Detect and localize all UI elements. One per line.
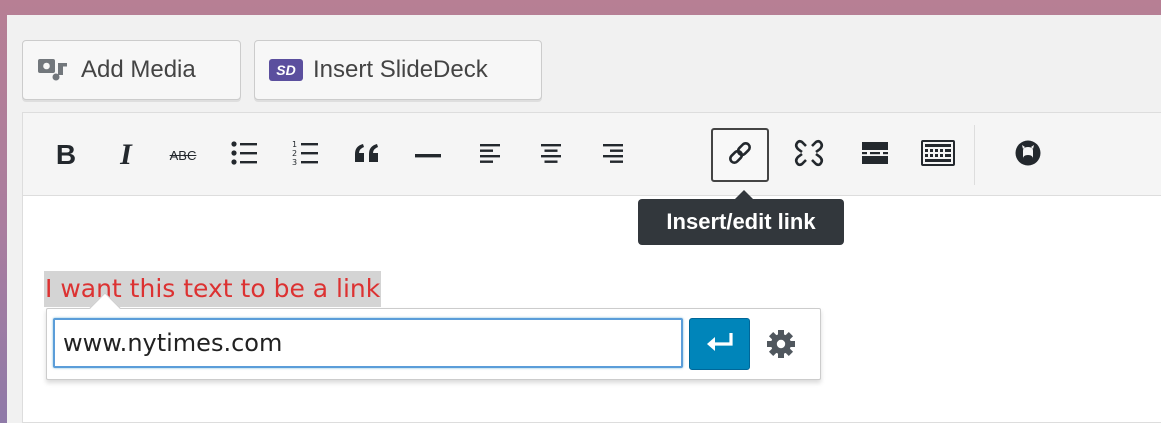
align-right-icon (601, 141, 625, 170)
blockquote-icon (353, 142, 381, 169)
remove-link-button[interactable] (780, 128, 838, 182)
insert-slidedeck-label: Insert SlideDeck (313, 56, 488, 83)
bold-icon: B (55, 139, 77, 170)
github-button[interactable] (999, 128, 1057, 182)
blockquote-button[interactable] (338, 128, 396, 182)
unlink-icon (794, 138, 824, 173)
url-input[interactable] (53, 318, 683, 368)
slidedeck-logo-text: SD (276, 62, 295, 78)
visual-editor[interactable]: B I ABC 1 2 3 Insert/edit link I want th… (22, 112, 1161, 423)
align-left-icon (478, 141, 502, 170)
toolbar-divider (974, 125, 975, 185)
align-right-button[interactable] (584, 128, 642, 182)
italic-button[interactable]: I (97, 128, 155, 182)
align-left-button[interactable] (461, 128, 519, 182)
align-center-icon (539, 141, 563, 170)
media-icon (37, 57, 71, 83)
read-more-button[interactable] (846, 128, 904, 182)
svg-text:3: 3 (292, 158, 297, 167)
numbered-list-icon: 1 2 3 (291, 139, 319, 172)
svg-text:2: 2 (292, 149, 297, 158)
gear-icon (765, 328, 797, 365)
bold-button[interactable]: B (37, 128, 95, 182)
github-icon (1014, 139, 1042, 172)
align-center-button[interactable] (522, 128, 580, 182)
read-more-icon (861, 141, 889, 170)
insert-slidedeck-button[interactable]: SD Insert SlideDeck (254, 40, 542, 100)
tooltip-text: Insert/edit link (666, 209, 816, 234)
horizontal-line-button[interactable] (399, 128, 457, 182)
add-media-button[interactable]: Add Media (22, 40, 241, 100)
numbered-list-button[interactable]: 1 2 3 (276, 128, 334, 182)
insert-link-button[interactable] (711, 128, 769, 182)
italic-icon: I (120, 138, 132, 171)
enter-icon (705, 331, 735, 358)
inline-link-dialog (46, 292, 821, 380)
keyboard-icon (921, 139, 955, 171)
strikethrough-icon: ABC (169, 147, 197, 163)
editor-area: Add Media SD Insert SlideDeck B I ABC 1 … (7, 15, 1161, 423)
link-tooltip: Insert/edit link (638, 190, 844, 245)
apply-link-button[interactable] (689, 318, 750, 370)
bulleted-list-icon (230, 140, 258, 171)
svg-text:1: 1 (292, 140, 297, 149)
link-settings-button[interactable] (759, 324, 803, 368)
link-icon (726, 139, 754, 172)
slidedeck-logo-icon: SD (269, 57, 303, 83)
strikethrough-button[interactable]: ABC (154, 128, 212, 182)
add-media-label: Add Media (81, 56, 196, 83)
toolbar-toggle-button[interactable] (909, 128, 967, 182)
bulleted-list-button[interactable] (215, 128, 273, 182)
horizontal-line-icon (415, 146, 441, 164)
formatting-toolbar: B I ABC 1 2 3 (23, 113, 1161, 196)
